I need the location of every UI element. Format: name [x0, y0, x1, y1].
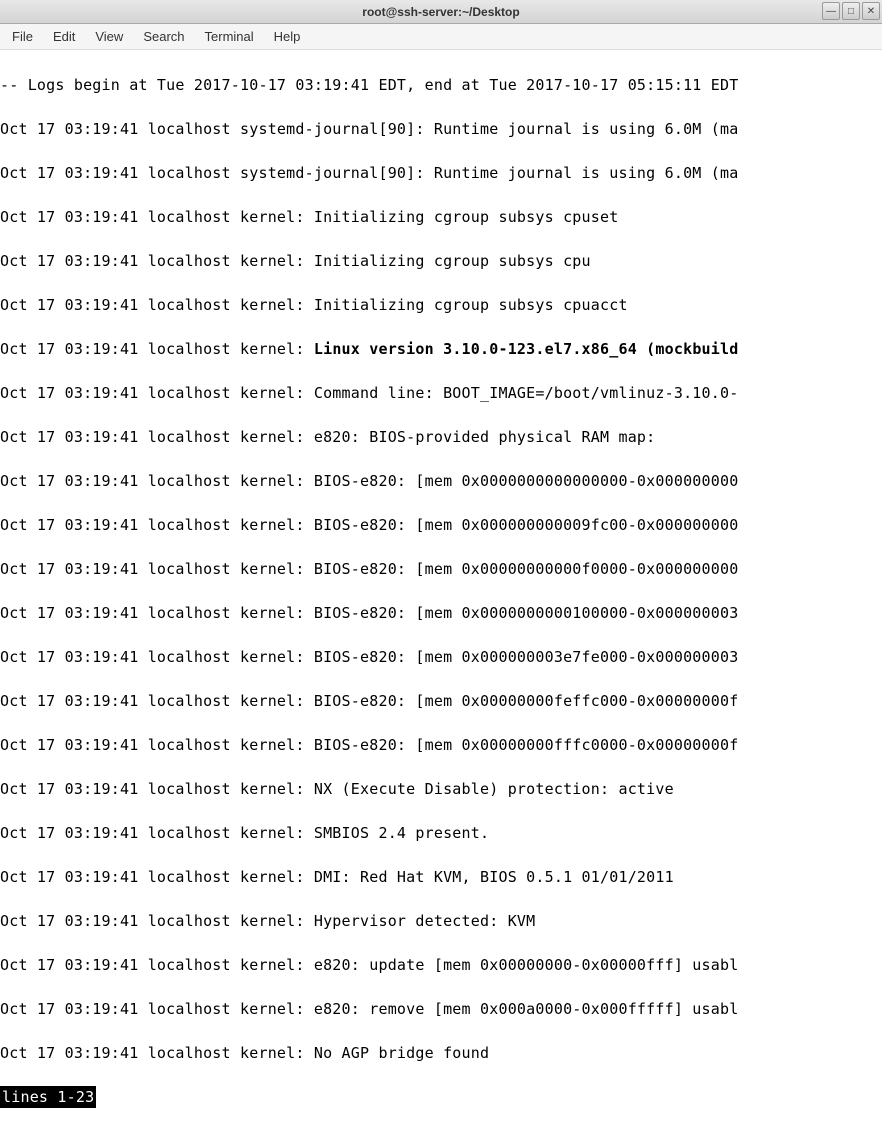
- pager-status: lines 1-23: [0, 1086, 882, 1108]
- log-prefix: Oct 17 03:19:41 localhost kernel:: [0, 340, 314, 358]
- pager-status-text: lines 1-23: [0, 1086, 96, 1108]
- maximize-button[interactable]: □: [842, 2, 860, 20]
- log-line: Oct 17 03:19:41 localhost kernel: BIOS-e…: [0, 558, 882, 580]
- menu-view[interactable]: View: [87, 27, 131, 46]
- log-line: Oct 17 03:19:41 localhost kernel: BIOS-e…: [0, 734, 882, 756]
- log-line: Oct 17 03:19:41 localhost kernel: BIOS-e…: [0, 602, 882, 624]
- window-title: root@ssh-server:~/Desktop: [362, 5, 519, 19]
- menu-edit[interactable]: Edit: [45, 27, 83, 46]
- log-line: Oct 17 03:19:41 localhost kernel: e820: …: [0, 426, 882, 448]
- window-controls: — □ ✕: [822, 2, 880, 20]
- terminal-output[interactable]: -- Logs begin at Tue 2017-10-17 03:19:41…: [0, 50, 882, 1130]
- minimize-button[interactable]: —: [822, 2, 840, 20]
- menu-help[interactable]: Help: [266, 27, 309, 46]
- log-kernel-version: Linux version 3.10.0-123.el7.x86_64 (moc…: [314, 340, 739, 358]
- log-line: Oct 17 03:19:41 localhost kernel: Initia…: [0, 206, 882, 228]
- log-line: Oct 17 03:19:41 localhost kernel: e820: …: [0, 954, 882, 976]
- close-button[interactable]: ✕: [862, 2, 880, 20]
- log-line: Oct 17 03:19:41 localhost kernel: BIOS-e…: [0, 690, 882, 712]
- log-line: Oct 17 03:19:41 localhost kernel: Hyperv…: [0, 910, 882, 932]
- window-titlebar: root@ssh-server:~/Desktop — □ ✕: [0, 0, 882, 24]
- menu-search[interactable]: Search: [135, 27, 192, 46]
- log-line: Oct 17 03:19:41 localhost kernel: BIOS-e…: [0, 514, 882, 536]
- log-line: Oct 17 03:19:41 localhost kernel: Initia…: [0, 250, 882, 272]
- log-line: Oct 17 03:19:41 localhost systemd-journa…: [0, 162, 882, 184]
- log-line: Oct 17 03:19:41 localhost kernel: DMI: R…: [0, 866, 882, 888]
- log-line: Oct 17 03:19:41 localhost kernel: BIOS-e…: [0, 470, 882, 492]
- log-line: Oct 17 03:19:41 localhost kernel: SMBIOS…: [0, 822, 882, 844]
- log-line: Oct 17 03:19:41 localhost kernel: BIOS-e…: [0, 646, 882, 668]
- log-line: Oct 17 03:19:41 localhost systemd-journa…: [0, 118, 882, 140]
- log-header: -- Logs begin at Tue 2017-10-17 03:19:41…: [0, 74, 882, 96]
- log-line: Oct 17 03:19:41 localhost kernel: No AGP…: [0, 1042, 882, 1064]
- menubar: File Edit View Search Terminal Help: [0, 24, 882, 50]
- log-line: Oct 17 03:19:41 localhost kernel: Comman…: [0, 382, 882, 404]
- menu-terminal[interactable]: Terminal: [197, 27, 262, 46]
- log-line: Oct 17 03:19:41 localhost kernel: Initia…: [0, 294, 882, 316]
- log-line: Oct 17 03:19:41 localhost kernel: NX (Ex…: [0, 778, 882, 800]
- menu-file[interactable]: File: [4, 27, 41, 46]
- log-line: Oct 17 03:19:41 localhost kernel: Linux …: [0, 338, 882, 360]
- log-line: Oct 17 03:19:41 localhost kernel: e820: …: [0, 998, 882, 1020]
